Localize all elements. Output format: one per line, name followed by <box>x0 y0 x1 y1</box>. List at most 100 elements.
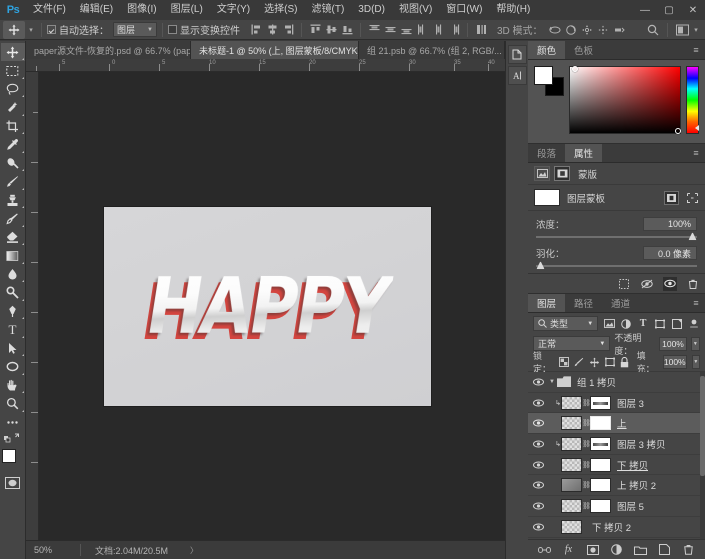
menu-window[interactable]: 窗口(W) <box>439 0 489 20</box>
document-info[interactable]: 文档:2.04M/20.5M <box>81 544 168 557</box>
density-value[interactable]: 100% <box>643 217 697 231</box>
menu-view[interactable]: 视图(V) <box>392 0 439 20</box>
layer-style-icon[interactable]: fx <box>562 543 575 556</box>
canvas-area[interactable]: HAPPY HAPPY <box>39 72 505 540</box>
layer-row-layer-3[interactable]: ↳ ⛓ 图层 3 <box>528 393 705 414</box>
eyedropper-tool[interactable] <box>1 136 25 154</box>
align-horizontal-centers-icon[interactable] <box>264 22 280 38</box>
crop-tool[interactable] <box>1 117 25 135</box>
quick-mask-icon[interactable] <box>5 476 21 490</box>
tab-swatches[interactable]: 色板 <box>565 41 603 59</box>
ellipse-tool[interactable] <box>1 358 25 376</box>
status-expand-icon[interactable]: 〉 <box>168 545 198 556</box>
feather-slider[interactable] <box>536 261 697 270</box>
layer-row-layer-3-copy[interactable]: ↳ ⛓ 图层 3 拷贝 <box>528 434 705 455</box>
vector-mask-icon[interactable] <box>554 166 570 181</box>
layer-mask-thumbnail[interactable] <box>590 395 611 410</box>
tab-channels[interactable]: 通道 <box>602 294 640 312</box>
brush-tool[interactable] <box>1 173 25 191</box>
distribute-right-edges-icon[interactable] <box>446 22 462 38</box>
auto-select-scope-dropdown[interactable]: 图层 ▼ <box>113 22 157 37</box>
tab-color[interactable]: 颜色 <box>528 41 566 59</box>
document-tab-1[interactable]: 未标题-1 @ 50% (上, 图层蒙板/8/CMYK) * ✕ <box>191 41 359 59</box>
color-swatches[interactable] <box>1 448 25 472</box>
layer-name[interactable]: 下 拷贝 <box>617 458 648 472</box>
tab-layers[interactable]: 图层 <box>528 294 566 312</box>
layer-thumbnail[interactable] <box>561 478 582 493</box>
apply-mask-icon[interactable] <box>640 277 654 291</box>
layer-visibility-icon[interactable] <box>530 461 547 469</box>
link-icon[interactable]: ⛓ <box>582 440 591 448</box>
roll-3d-icon[interactable] <box>563 22 579 38</box>
menu-select[interactable]: 选择(S) <box>257 0 304 20</box>
new-group-icon[interactable] <box>634 543 647 556</box>
layer-thumbnail[interactable] <box>561 498 582 513</box>
lock-image-pixels-icon[interactable] <box>574 356 584 369</box>
layer-name[interactable]: 组 1 拷贝 <box>577 375 616 389</box>
filter-adjustment-icon[interactable] <box>620 317 632 331</box>
filter-pixel-icon[interactable] <box>603 317 615 331</box>
select-subject-icon[interactable] <box>617 277 631 291</box>
panel-menu-icon[interactable]: ≡ <box>687 294 705 312</box>
layer-visibility-icon[interactable] <box>530 523 547 531</box>
zoom-tool[interactable] <box>1 395 25 413</box>
close-button[interactable]: ✕ <box>681 0 705 20</box>
minimize-button[interactable]: — <box>633 0 657 20</box>
mask-thumbnail[interactable] <box>534 189 560 206</box>
dodge-tool[interactable] <box>1 284 25 302</box>
feather-value[interactable]: 0.0 像素 <box>643 246 697 260</box>
opacity-stepper[interactable]: ▼ <box>690 336 701 351</box>
link-icon[interactable]: ⛓ <box>582 502 591 510</box>
link-icon[interactable]: ⛓ <box>582 419 591 427</box>
scale-3d-icon[interactable] <box>611 22 627 38</box>
align-left-edges-icon[interactable] <box>248 22 264 38</box>
delete-layer-icon[interactable] <box>682 543 695 556</box>
link-icon[interactable]: ⛓ <box>582 481 591 489</box>
workspace-switcher-icon[interactable] <box>673 21 691 39</box>
layer-name[interactable]: 上 拷贝 2 <box>617 478 656 492</box>
layer-name[interactable]: 图层 3 拷贝 <box>617 437 666 451</box>
pen-tool[interactable] <box>1 302 25 320</box>
history-brush-tool[interactable] <box>1 210 25 228</box>
workspace-caret-icon[interactable]: ▾ <box>691 26 701 34</box>
foreground-color-swatch[interactable] <box>1 448 16 463</box>
align-bottom-edges-icon[interactable] <box>339 22 355 38</box>
lock-transparent-pixels-icon[interactable] <box>559 356 570 369</box>
align-vertical-centers-icon[interactable] <box>323 22 339 38</box>
layer-row-shang[interactable]: ⛓ 上 <box>528 413 705 435</box>
marquee-tool[interactable] <box>1 62 25 80</box>
lock-all-icon[interactable] <box>620 356 629 369</box>
tool-preset-caret-icon[interactable]: ▾ <box>26 26 36 34</box>
move-tool-icon[interactable] <box>3 20 25 39</box>
hue-slider-handle[interactable] <box>695 125 699 131</box>
layer-visibility-icon[interactable] <box>530 419 547 427</box>
layer-row-group-1-copy[interactable]: ▼ 组 1 拷贝 <box>528 372 705 393</box>
menu-3d[interactable]: 3D(D) <box>351 0 392 20</box>
layer-row-xia-copy[interactable]: ⛓ 下 拷贝 <box>528 455 705 476</box>
tab-paths[interactable]: 路径 <box>565 294 603 312</box>
show-transform-checkbox[interactable] <box>168 25 177 34</box>
color-picker-field[interactable] <box>569 66 681 134</box>
tab-properties[interactable]: 属性 <box>565 144 603 162</box>
filter-toggle-icon[interactable] <box>688 317 700 331</box>
layer-mask-thumbnail[interactable] <box>590 436 611 451</box>
move-tool[interactable] <box>0 43 25 61</box>
document-tab-2[interactable]: 组 21.psb @ 66.7% (组 2, RGB/... ✕ <box>359 41 505 59</box>
edit-toolbar-button[interactable] <box>1 413 25 431</box>
layer-row-layer-5[interactable]: ⛓ 图层 5 <box>528 496 705 517</box>
opacity-value[interactable]: 100% <box>659 336 687 351</box>
layer-name[interactable]: 下 拷贝 2 <box>592 520 631 534</box>
align-top-edges-icon[interactable] <box>307 22 323 38</box>
layer-thumbnail[interactable] <box>561 519 582 534</box>
distribute-horizontal-centers-icon[interactable] <box>430 22 446 38</box>
pixel-mask-icon[interactable] <box>534 166 550 181</box>
select-mask-icon[interactable] <box>664 190 679 205</box>
menu-image[interactable]: 图像(I) <box>120 0 163 20</box>
color-panel-foreground-swatch[interactable] <box>534 66 553 85</box>
eraser-tool[interactable] <box>1 228 25 246</box>
layer-thumbnail[interactable] <box>561 457 582 472</box>
align-distribute-options-icon[interactable] <box>473 22 489 38</box>
group-disclosure-icon[interactable]: ▼ <box>547 379 557 385</box>
type-tool[interactable]: T <box>1 321 25 339</box>
quick-selection-tool[interactable] <box>1 99 25 117</box>
